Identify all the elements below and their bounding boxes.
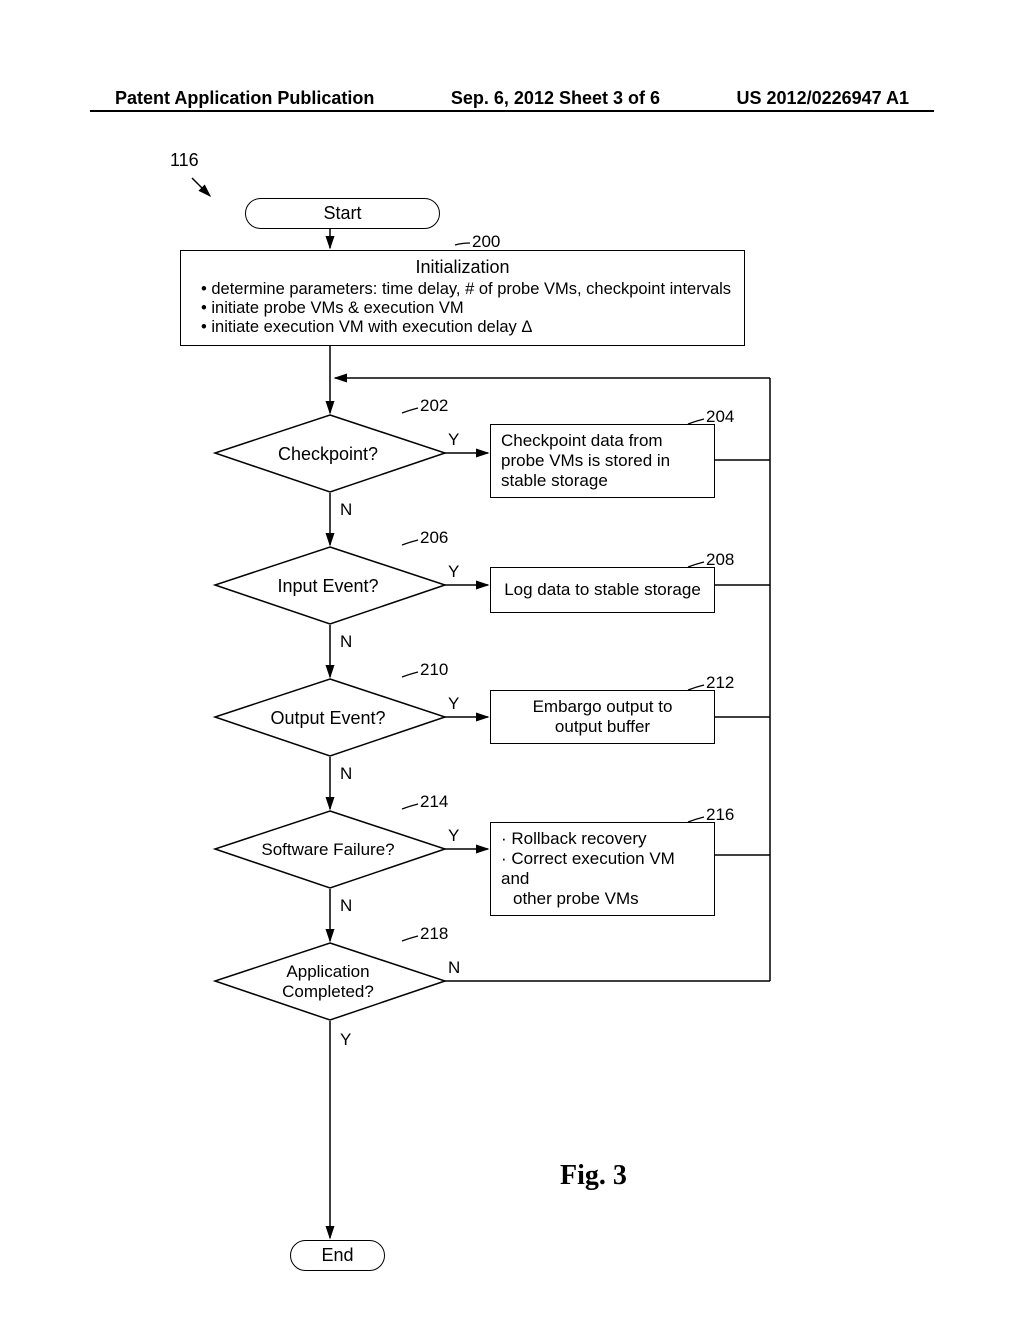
box-208-text: Log data to stable storage	[504, 580, 701, 599]
lbl-n-206: N	[340, 632, 352, 652]
lbl-y-214: Y	[448, 826, 459, 846]
init-bullets: determine parameters: time delay, # of p…	[191, 280, 734, 337]
ref-116: 116	[170, 150, 199, 171]
ref-212: 212	[706, 673, 734, 693]
box-216-l2: · Correct execution VM and	[501, 849, 704, 889]
flowchart: 116 Start Initialization determine param…	[0, 130, 1024, 1290]
ref-214: 214	[420, 792, 448, 812]
init-bullet-2: initiate probe VMs & execution VM	[201, 299, 734, 318]
ref-210: 210	[420, 660, 448, 680]
box-212: Embargo output to output buffer	[490, 690, 715, 744]
lbl-y-206: Y	[448, 562, 459, 582]
ref-206: 206	[420, 528, 448, 548]
decision-completed: Application Completed?	[213, 962, 443, 1002]
initialization-box: Initialization determine parameters: tim…	[180, 250, 745, 346]
page-header: Patent Application Publication Sep. 6, 2…	[0, 88, 1024, 109]
header-underline	[90, 110, 934, 112]
init-title: Initialization	[191, 257, 734, 278]
start-terminal: Start	[245, 198, 440, 229]
ref-216: 216	[706, 805, 734, 825]
decision-failure: Software Failure?	[213, 840, 443, 860]
end-terminal: End	[290, 1240, 385, 1271]
end-label: End	[321, 1245, 353, 1265]
start-label: Start	[323, 203, 361, 223]
lbl-n-218: N	[448, 958, 460, 978]
header-left: Patent Application Publication	[115, 88, 374, 109]
d5-l2: Completed?	[213, 982, 443, 1002]
box-212-l2: output buffer	[501, 717, 704, 737]
ref-208: 208	[706, 550, 734, 570]
ref-202: 202	[420, 396, 448, 416]
lbl-n-214: N	[340, 896, 352, 916]
init-bullet-3: initiate execution VM with execution del…	[201, 318, 734, 337]
box-204: Checkpoint data from probe VMs is stored…	[490, 424, 715, 498]
box-216-l1: · Rollback recovery	[501, 829, 704, 849]
header-center: Sep. 6, 2012 Sheet 3 of 6	[451, 88, 660, 109]
decision-input: Input Event?	[213, 576, 443, 597]
ref-204: 204	[706, 407, 734, 427]
ref-200: 200	[472, 232, 500, 252]
lbl-y-210: Y	[448, 694, 459, 714]
header-right: US 2012/0226947 A1	[737, 88, 909, 109]
box-204-text: Checkpoint data from probe VMs is stored…	[501, 431, 670, 490]
box-216-l3: other probe VMs	[501, 889, 704, 909]
lbl-n-202: N	[340, 500, 352, 520]
decision-output: Output Event?	[213, 708, 443, 729]
figure-label: Fig. 3	[560, 1160, 627, 1192]
lbl-n-210: N	[340, 764, 352, 784]
box-212-l1: Embargo output to	[501, 697, 704, 717]
box-208: Log data to stable storage	[490, 567, 715, 613]
box-216: · Rollback recovery · Correct execution …	[490, 822, 715, 916]
ref-218: 218	[420, 924, 448, 944]
lbl-y-202: Y	[448, 430, 459, 450]
decision-checkpoint: Checkpoint?	[213, 444, 443, 465]
init-bullet-1: determine parameters: time delay, # of p…	[201, 280, 734, 299]
d5-l1: Application	[213, 962, 443, 982]
lbl-y-218: Y	[340, 1030, 351, 1050]
